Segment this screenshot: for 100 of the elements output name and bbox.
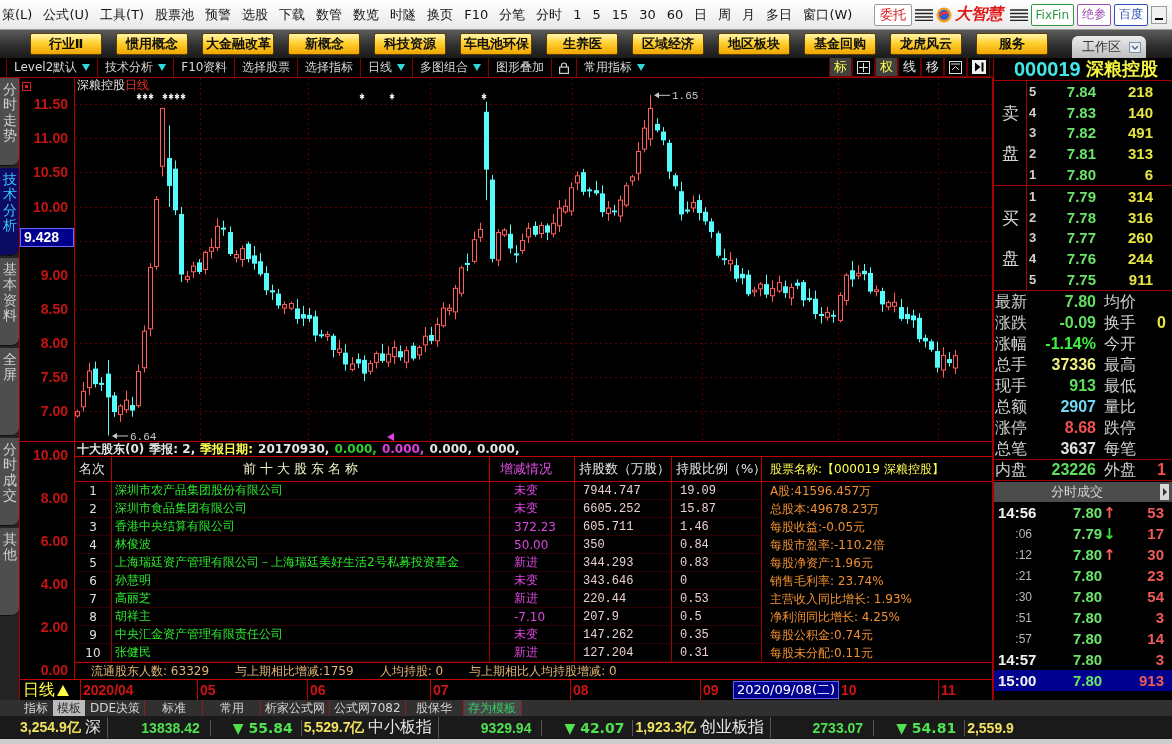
period-label: 日线 — [125, 78, 149, 92]
sector-button[interactable]: 生养医 — [546, 33, 618, 55]
table-cell: 3 — [75, 518, 112, 536]
book-price: 7.76 — [1065, 250, 1096, 268]
summary-text: 十大股东(0) — [77, 442, 145, 456]
quote-label: 今开 — [1104, 334, 1137, 353]
toolbar-toggle[interactable]: 线 — [898, 58, 921, 77]
link-button[interactable]: FixFin — [1030, 3, 1074, 26]
link-button[interactable]: 百度 — [1114, 3, 1148, 26]
side-tab[interactable]: 分时成交 — [0, 438, 19, 526]
side-tab[interactable]: 其他 — [0, 528, 19, 616]
menu-item[interactable]: 公式(U) — [43, 5, 90, 24]
menu-item[interactable]: 窗口(W) — [803, 5, 853, 24]
menu-item[interactable]: 策(L) — [2, 5, 33, 24]
toolbar-button[interactable] — [967, 58, 990, 77]
quote-label: 最新 — [995, 292, 1028, 311]
triangle-right-icon[interactable] — [1160, 484, 1169, 500]
sector-button[interactable]: 行业Ⅱ — [30, 33, 102, 55]
turnover-amount: 1,923.3亿 — [634, 718, 698, 737]
menu-item[interactable]: 分时 — [536, 5, 563, 24]
menu-item[interactable]: 预警 — [205, 5, 232, 24]
stock-info-line: 每股净资产:1.96元 — [769, 554, 874, 572]
sector-button[interactable]: 地区板块 — [718, 33, 790, 55]
table-cell: 372.23 — [490, 518, 575, 536]
book-rank: 5 — [1029, 83, 1038, 99]
menu-item[interactable]: 数览 — [353, 5, 380, 24]
menu-item[interactable]: 15 — [611, 5, 629, 24]
index-value: 9329.94 — [439, 719, 543, 736]
table-cell: 0.35 — [672, 626, 762, 644]
sector-button[interactable]: 基金回购 — [804, 33, 876, 55]
menu-item[interactable]: 分笔 — [499, 5, 526, 24]
menu-item[interactable]: 换页 — [427, 5, 454, 24]
menu-item[interactable]: F10 — [464, 5, 489, 24]
menu-item[interactable]: 1 — [573, 5, 582, 24]
quote-label: 外盘 — [1104, 461, 1137, 479]
menu-item[interactable]: 周 — [718, 5, 732, 24]
menu-item[interactable]: 下载 — [279, 5, 306, 24]
menu-item[interactable]: 日 — [694, 5, 708, 24]
tick-time: 14:56 — [997, 504, 1038, 521]
bottom-tab[interactable]: 模板 — [53, 700, 85, 716]
table-cell: 1 — [75, 482, 112, 500]
toolbar-toggle[interactable]: 标 — [829, 58, 852, 77]
menu-item[interactable]: 选股 — [242, 5, 269, 24]
menu-item[interactable]: 5 — [592, 5, 601, 24]
stock-info-line: 净利润同比增长: 4.25% — [769, 608, 901, 626]
tick-time: :12 — [1014, 547, 1033, 562]
side-tab[interactable]: 全屏 — [0, 348, 19, 436]
quote-label: 总额 — [995, 397, 1028, 416]
stock-info-line: 销售毛利率: 23.74% — [769, 572, 885, 590]
menu-item[interactable]: 数管 — [316, 5, 343, 24]
stock-code: 000019 — [1014, 57, 1081, 81]
sector-button[interactable]: 新概念 — [288, 33, 360, 55]
menu-item[interactable]: 60 — [666, 5, 684, 24]
menu-item[interactable]: 30 — [639, 5, 656, 24]
book-volume: 911 — [1127, 271, 1153, 289]
sector-button[interactable]: 区域经济 — [632, 33, 704, 55]
tick-volume: 913 — [1137, 672, 1165, 689]
book-volume: 260 — [1126, 229, 1153, 247]
bottom-tab[interactable]: 存为模板 — [463, 700, 522, 716]
lock-icon — [559, 61, 570, 74]
tick-price: 7.80 — [1073, 546, 1103, 563]
table-cell: 10 — [75, 644, 112, 662]
toolbar-button[interactable] — [944, 58, 967, 77]
ticks-title: 分时成交 — [1050, 483, 1104, 501]
toolbar-toggle[interactable]: 移 — [921, 58, 944, 77]
table-cell: 香港中央结算有限公司 — [112, 518, 490, 536]
summary-text: 0.000, — [476, 442, 520, 456]
book-price: 7.82 — [1065, 124, 1096, 142]
side-tab[interactable]: 技术分析 — [0, 168, 19, 256]
trade-button[interactable]: 委托 — [873, 3, 912, 26]
summary-text: 0.000, — [429, 442, 472, 456]
sector-button[interactable]: 大金融改革 — [202, 33, 274, 55]
menu-item[interactable]: 多日 — [766, 5, 793, 24]
table-cell: 未变 — [490, 572, 575, 590]
sector-button[interactable]: 服务 — [976, 33, 1048, 55]
toolbar-toggle[interactable]: 权 — [875, 58, 898, 77]
link-button[interactable]: 绝参 — [1077, 3, 1111, 26]
table-cell: 220.44 — [575, 590, 672, 608]
toolbar-button[interactable] — [852, 58, 875, 77]
book-price: 7.84 — [1065, 82, 1096, 100]
minimize-button[interactable] — [1151, 5, 1167, 24]
side-tab[interactable]: 分时走势 — [0, 78, 19, 166]
menu-item[interactable]: 股票池 — [155, 5, 195, 24]
menu-item[interactable]: 时隧 — [390, 5, 417, 24]
menu-item[interactable]: 月 — [742, 5, 756, 24]
sector-button[interactable]: 龙虎风云 — [890, 33, 962, 55]
book-side-label: 盘 — [1001, 144, 1019, 162]
menu-item[interactable]: 工具(T) — [100, 5, 145, 24]
workspace-tab[interactable]: 工作区 — [1072, 36, 1146, 58]
sector-button[interactable]: 惯用概念 — [116, 33, 188, 55]
side-tab[interactable]: 基本资料 — [0, 258, 19, 346]
stock-title: 深粮控股 — [77, 78, 125, 92]
quote-label: 涨幅 — [995, 334, 1028, 353]
index-name: 中小板指 — [366, 717, 440, 738]
sector-button[interactable]: 车电池环保 — [460, 33, 532, 55]
axis-label: 0.00 — [40, 662, 68, 678]
tick-volume: 17 — [1146, 525, 1165, 542]
axis-label: 9.00 — [40, 267, 68, 283]
sector-button[interactable]: 科技资源 — [374, 33, 446, 55]
summary-text: 季报: 2, — [149, 442, 196, 456]
